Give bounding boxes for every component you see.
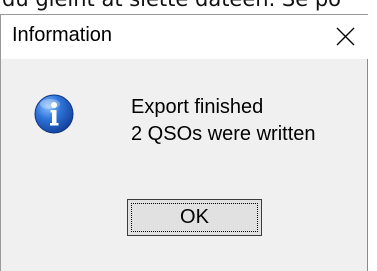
message-line-1: Export finished [131,96,264,118]
ok-button-label: OK [180,206,209,228]
information-dialog: Information Export finished 2 QSOs were … [0,14,368,271]
dialog-title: Information [12,24,113,46]
close-icon [336,27,355,46]
close-button[interactable] [322,15,368,59]
info-icon [34,94,74,134]
dialog-titlebar[interactable]: Information [1,15,368,59]
ok-button[interactable]: OK [127,199,262,236]
background-document-text: du gleint at siette dateen. Se po [2,0,341,11]
message-line-2: 2 QSOs were written [131,123,316,145]
